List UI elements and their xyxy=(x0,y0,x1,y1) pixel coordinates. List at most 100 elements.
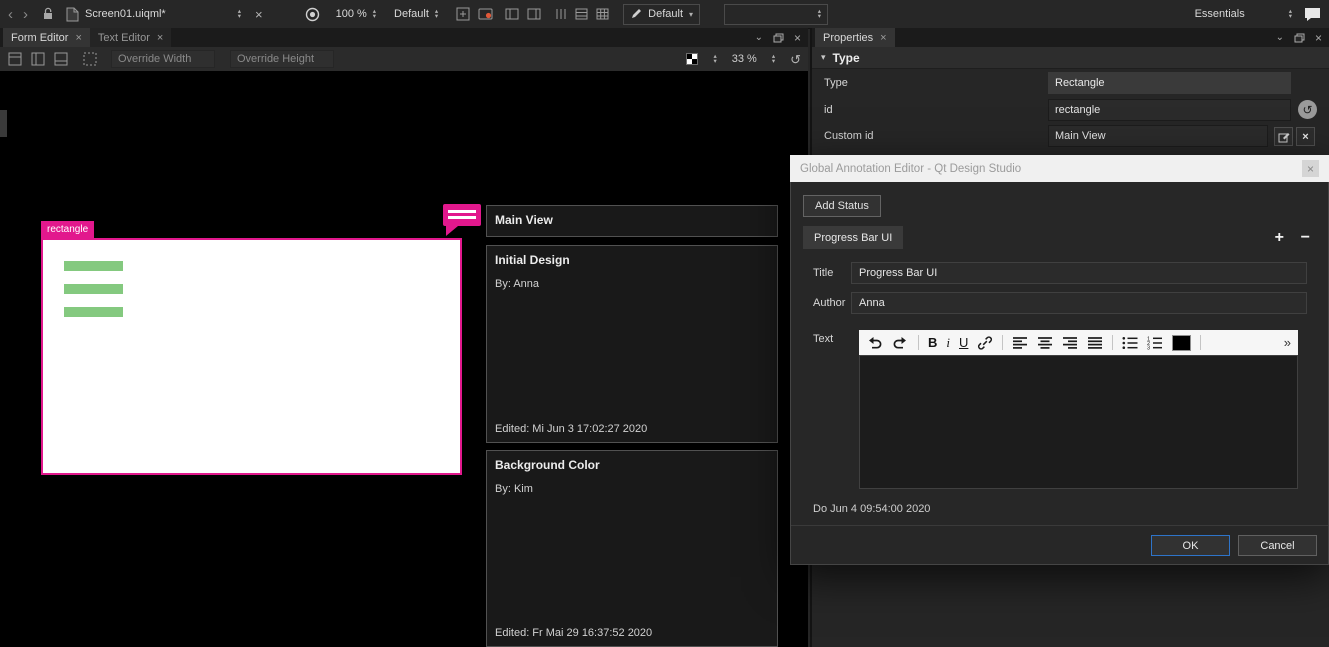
override-width-field[interactable]: Override Width xyxy=(111,50,215,68)
empty-combobox[interactable]: ▴▾ xyxy=(724,4,828,25)
left-sidebar-toggle-icon[interactable] xyxy=(505,8,519,20)
right-sidebar-toggle-icon[interactable] xyxy=(527,8,541,20)
dialog-title: Global Annotation Editor - Qt Design Stu… xyxy=(800,163,1021,175)
design-canvas[interactable]: rectangle Main View Initial Design By: A… xyxy=(0,71,808,647)
form-editor-toolbar: Override Width Override Height ▴▾ 33 % ▴… xyxy=(0,47,808,72)
edit-annotation-button[interactable] xyxy=(1274,127,1293,146)
selection-mode-icon[interactable] xyxy=(456,7,470,21)
rectangle-item[interactable] xyxy=(41,238,462,475)
pane-menu-chevron-icon[interactable]: ⌄ xyxy=(755,32,763,43)
close-pane-icon[interactable]: × xyxy=(794,31,801,45)
author-input[interactable] xyxy=(851,292,1307,314)
annotation-text-area[interactable] xyxy=(859,355,1298,489)
card-edited: Edited: Mi Jun 3 17:02:27 2020 xyxy=(495,423,769,435)
workspace-selector-spinner[interactable]: ▴▾ xyxy=(1289,9,1292,19)
empty-combobox-spinner[interactable]: ▴▾ xyxy=(818,9,821,19)
tab-close-icon[interactable]: × xyxy=(75,32,81,44)
columns-view-icon[interactable] xyxy=(555,8,567,20)
numbered-list-icon[interactable]: 123 xyxy=(1147,336,1163,350)
undo-icon[interactable] xyxy=(866,336,883,350)
align-center-icon[interactable] xyxy=(1037,336,1053,350)
tab-properties[interactable]: Properties × xyxy=(815,28,895,47)
grid-view-icon[interactable] xyxy=(596,8,609,20)
id-input[interactable] xyxy=(1048,99,1291,121)
toolbar-overflow-button[interactable]: » xyxy=(1284,335,1291,350)
ok-button[interactable]: OK xyxy=(1151,535,1230,556)
override-size-icon[interactable] xyxy=(82,51,98,67)
type-section-header[interactable]: ▾ Type xyxy=(812,47,1329,69)
run-project-button[interactable] xyxy=(305,7,320,22)
card-edited: Edited: Fr Mai 29 16:37:52 2020 xyxy=(495,627,769,639)
dropdown-arrow-icon: ▾ xyxy=(689,10,693,19)
workspace-selector[interactable]: Essentials xyxy=(1195,8,1245,20)
clear-annotation-button[interactable]: × xyxy=(1296,127,1315,146)
tab-close-icon[interactable]: × xyxy=(880,32,886,44)
add-tab-button[interactable]: + xyxy=(1275,227,1284,249)
canvas-zoom-spinner-right[interactable]: ▴▾ xyxy=(772,54,775,64)
forward-button[interactable]: › xyxy=(23,7,28,22)
remove-tab-button[interactable]: − xyxy=(1301,227,1310,249)
italic-button[interactable]: i xyxy=(946,336,950,349)
override-height-field[interactable]: Override Height xyxy=(230,50,334,68)
type-value[interactable]: Rectangle xyxy=(1048,72,1291,94)
reset-id-button[interactable]: ↺ xyxy=(1298,100,1317,119)
style-selector[interactable]: Default xyxy=(394,8,429,20)
file-selector-spinner[interactable]: ▴▾ xyxy=(238,9,241,19)
selection-label: rectangle xyxy=(41,221,94,238)
canvas-scrollbar-thumb[interactable] xyxy=(0,110,7,137)
live-preview-icon[interactable] xyxy=(478,7,493,21)
toolbar-separator xyxy=(1112,335,1113,350)
pencil-icon xyxy=(630,8,642,20)
custom-id-input[interactable] xyxy=(1048,125,1268,147)
progress-bar-item[interactable] xyxy=(64,284,123,294)
anchor-bottom-icon[interactable] xyxy=(53,51,69,67)
canvas-background-toggle-icon[interactable] xyxy=(686,53,698,65)
back-button[interactable]: ‹ xyxy=(8,7,13,22)
add-status-button[interactable]: Add Status xyxy=(803,195,881,217)
annotation-card-initial-design[interactable]: Initial Design By: Anna Edited: Mi Jun 3… xyxy=(486,245,778,443)
annotation-card-background-color[interactable]: Background Color By: Kim Edited: Fr Mai … xyxy=(486,450,778,647)
pane-menu-chevron-icon[interactable]: ⌄ xyxy=(1276,32,1284,43)
bullet-list-icon[interactable] xyxy=(1122,336,1138,350)
text-color-swatch[interactable] xyxy=(1172,335,1191,351)
annotation-bubble-icon[interactable] xyxy=(443,204,481,226)
bold-button[interactable]: B xyxy=(928,336,937,349)
current-file-selector[interactable]: Screen01.uiqml* xyxy=(85,8,166,20)
tab-close-icon[interactable]: × xyxy=(157,32,163,44)
author-field-label: Author xyxy=(813,292,845,314)
rows-view-icon[interactable] xyxy=(575,8,588,20)
canvas-zoom-value[interactable]: 33 % xyxy=(732,53,757,65)
tab-form-editor[interactable]: Form Editor × xyxy=(3,28,90,47)
close-pane-icon[interactable]: × xyxy=(1315,31,1322,45)
anchor-top-icon[interactable] xyxy=(7,51,23,67)
anchor-left-icon[interactable] xyxy=(30,51,46,67)
tab-progress-bar-ui[interactable]: Progress Bar UI xyxy=(803,226,903,249)
align-justify-icon[interactable] xyxy=(1087,336,1103,350)
progress-bar-item[interactable] xyxy=(64,261,123,271)
annotations-chat-icon[interactable] xyxy=(1304,7,1321,22)
tab-label: Form Editor xyxy=(11,32,68,44)
canvas-zoom-spinner-left[interactable]: ▴▾ xyxy=(713,54,716,64)
dialog-titlebar[interactable]: Global Annotation Editor - Qt Design Stu… xyxy=(790,155,1329,182)
redo-icon[interactable] xyxy=(892,336,909,350)
style-selector-spinner[interactable]: ▴▾ xyxy=(435,9,438,19)
underline-button[interactable]: U xyxy=(959,336,968,349)
progress-bar-item[interactable] xyxy=(64,307,123,317)
undock-pane-icon[interactable] xyxy=(773,33,784,43)
preview-zoom-value[interactable]: 100 % xyxy=(336,8,367,20)
align-left-icon[interactable] xyxy=(1012,336,1028,350)
tab-text-editor[interactable]: Text Editor × xyxy=(90,28,171,47)
cancel-button[interactable]: Cancel xyxy=(1238,535,1317,556)
collapse-arrow-icon[interactable]: ▾ xyxy=(821,52,826,63)
undock-pane-icon[interactable] xyxy=(1294,33,1305,43)
preview-zoom-spinner[interactable]: ▴▾ xyxy=(373,9,376,19)
annotation-card-main-view[interactable]: Main View xyxy=(486,205,778,237)
close-file-button[interactable]: × xyxy=(255,8,263,21)
state-selector[interactable]: Default ▾ xyxy=(623,4,700,25)
align-right-icon[interactable] xyxy=(1062,336,1078,350)
title-input[interactable] xyxy=(851,262,1307,284)
link-icon[interactable] xyxy=(977,336,993,350)
reset-zoom-icon[interactable]: ↺ xyxy=(790,53,801,66)
lock-icon[interactable] xyxy=(42,7,54,21)
dialog-close-button[interactable]: × xyxy=(1302,160,1319,177)
